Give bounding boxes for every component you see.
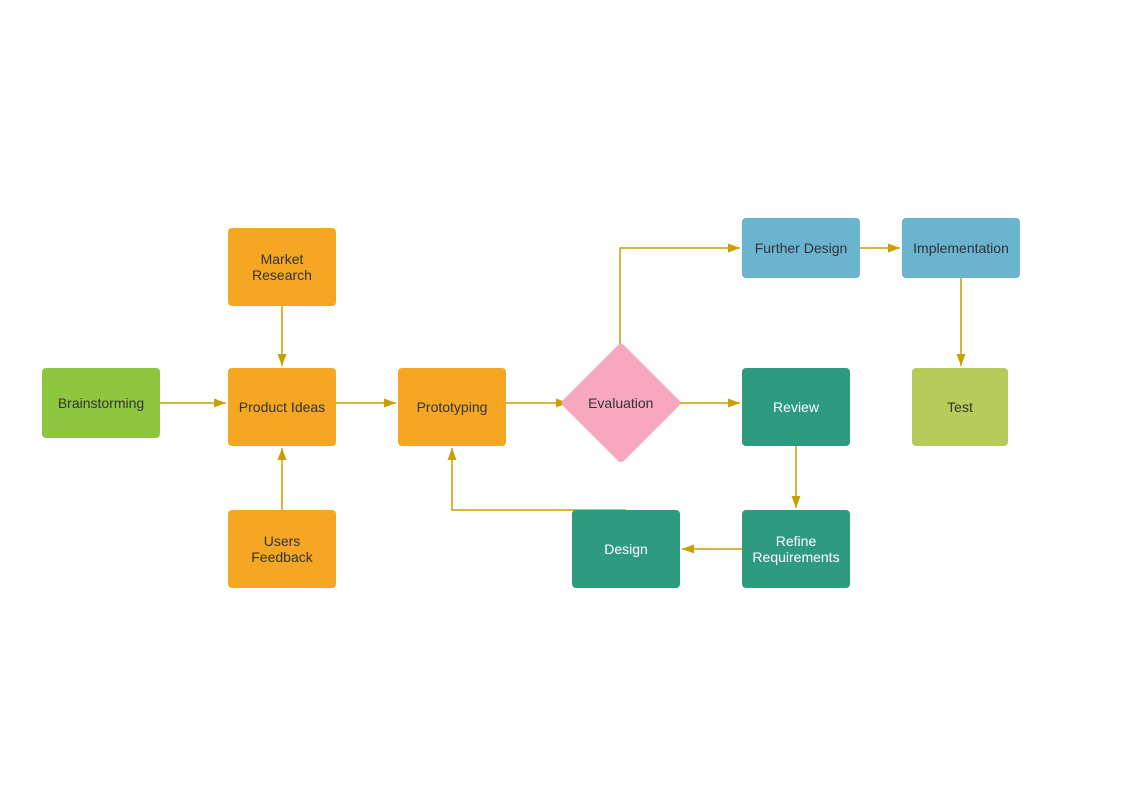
users-feedback-node[interactable]: UsersFeedback xyxy=(228,510,336,588)
further-design-node[interactable]: Further Design xyxy=(742,218,860,278)
market-research-node[interactable]: MarketResearch xyxy=(228,228,336,306)
users-feedback-label: UsersFeedback xyxy=(251,533,312,565)
brainstorming-node[interactable]: Brainstorming xyxy=(42,368,160,438)
refine-requirements-label: RefineRequirements xyxy=(752,533,839,565)
test-label: Test xyxy=(947,399,973,415)
review-node[interactable]: Review xyxy=(742,368,850,446)
further-design-label: Further Design xyxy=(755,240,848,256)
test-node[interactable]: Test xyxy=(912,368,1008,446)
design-label: Design xyxy=(604,541,648,557)
diagram-container: Brainstorming MarketResearch Product Ide… xyxy=(0,0,1123,794)
implementation-node[interactable]: Implementation xyxy=(902,218,1020,278)
prototyping-label: Prototyping xyxy=(417,399,488,415)
implementation-label: Implementation xyxy=(913,240,1009,256)
product-ideas-node[interactable]: Product Ideas xyxy=(228,368,336,446)
design-node[interactable]: Design xyxy=(572,510,680,588)
product-ideas-label: Product Ideas xyxy=(239,399,325,415)
review-label: Review xyxy=(773,399,819,415)
refine-requirements-node[interactable]: RefineRequirements xyxy=(742,510,850,588)
brainstorming-label: Brainstorming xyxy=(58,395,144,411)
prototyping-node[interactable]: Prototyping xyxy=(398,368,506,446)
evaluation-label: Evaluation xyxy=(588,395,653,411)
market-research-label: MarketResearch xyxy=(252,251,312,283)
evaluation-node[interactable]: Evaluation xyxy=(560,342,682,464)
